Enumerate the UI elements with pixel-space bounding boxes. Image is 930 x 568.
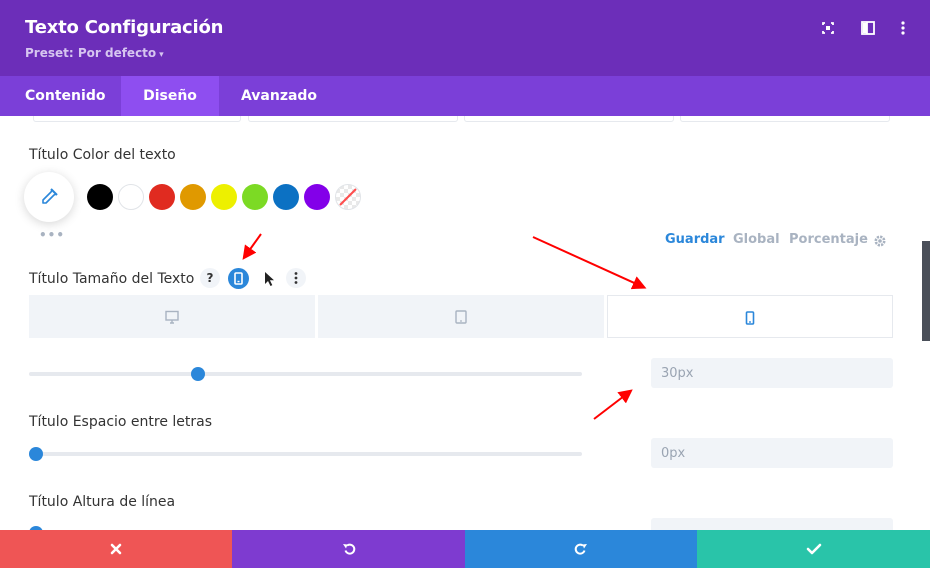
annotation-arrows (242, 233, 647, 420)
tab-avanzado[interactable]: Avanzado (219, 76, 339, 116)
annotation-arrow (532, 236, 647, 290)
more-options-icon[interactable] (895, 20, 913, 38)
preset-label: Preset: Por defecto (25, 46, 157, 60)
checkmark-icon (806, 543, 821, 555)
fullscreen-icon[interactable] (820, 20, 838, 38)
chevron-down-icon: ▾ (159, 50, 164, 60)
split-view-icon[interactable] (860, 20, 878, 38)
settings-tabs: Contenido Diseño Avanzado (0, 76, 930, 116)
modal-header: Texto Configuración Preset: Por defecto ▾ (0, 0, 930, 76)
modal-title: Texto Configuración (25, 17, 224, 38)
tab-diseno[interactable]: Diseño (121, 76, 219, 116)
preset-selector[interactable]: Preset: Por defecto ▾ (25, 46, 164, 60)
settings-content[interactable]: Título Color del texto ••• Guardar Globa… (0, 116, 930, 530)
tab-contenido[interactable]: Contenido (0, 76, 121, 116)
annotation-arrow (593, 389, 633, 420)
action-bar (0, 530, 930, 568)
discard-button[interactable] (0, 530, 232, 568)
redo-button[interactable] (465, 530, 697, 568)
scrollbar[interactable] (922, 241, 930, 341)
close-icon (110, 543, 122, 555)
undo-icon (342, 543, 355, 555)
undo-button[interactable] (232, 530, 465, 568)
redo-icon (574, 543, 587, 555)
annotation-arrow (242, 233, 262, 260)
save-button[interactable] (697, 530, 930, 568)
